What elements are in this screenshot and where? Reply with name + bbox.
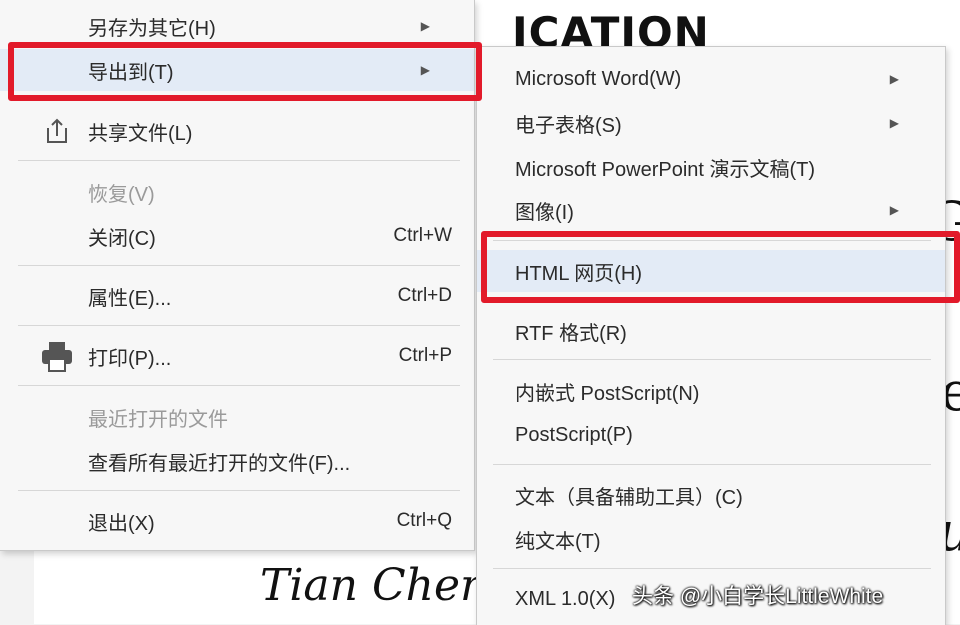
printer-icon — [40, 339, 74, 373]
submenu-item-plain-text[interactable]: 纯文本(T) — [477, 518, 945, 560]
menu-separator — [18, 490, 460, 491]
menu-heading-recent-files: 最近打开的文件 — [88, 408, 228, 431]
shortcut-label: Ctrl+P — [398, 345, 452, 366]
submenu-item-accessible-text[interactable]: 文本（具备辅助工具）(C) — [477, 474, 945, 516]
share-icon — [40, 114, 74, 148]
export-submenu: Microsoft Word(W) ▶ 电子表格(S) ▶ Microsoft … — [476, 46, 946, 625]
shortcut-label: Ctrl+Q — [396, 510, 452, 531]
menu-item-share-file[interactable]: 共享文件(L) — [0, 110, 474, 152]
submenu-item-postscript[interactable]: PostScript(P) — [477, 414, 945, 456]
menu-item-properties[interactable]: 属性(E)... Ctrl+D — [0, 275, 474, 317]
menu-separator — [493, 240, 931, 241]
chevron-right-icon: ▶ — [420, 63, 430, 77]
chevron-right-icon: ▶ — [889, 203, 899, 217]
shortcut-label: Ctrl+D — [397, 285, 452, 306]
chevron-right-icon: ▶ — [889, 116, 899, 130]
submenu-item-embedded-postscript[interactable]: 内嵌式 PostScript(N) — [477, 370, 945, 412]
menu-separator — [18, 160, 460, 161]
menu-item-export-to[interactable]: 导出到(T) ▶ — [0, 49, 474, 91]
menu-separator — [493, 568, 931, 569]
submenu-item-image[interactable]: 图像(I) ▶ — [477, 189, 945, 231]
menu-item-exit[interactable]: 退出(X) Ctrl+Q — [0, 500, 474, 542]
menu-separator — [18, 385, 460, 386]
menu-item-save-as-other[interactable]: 另存为其它(H) ▶ — [0, 5, 474, 47]
submenu-item-powerpoint[interactable]: Microsoft PowerPoint 演示文稿(T) — [477, 146, 945, 188]
chevron-right-icon: ▶ — [420, 19, 430, 33]
file-menu: 另存为其它(H) ▶ 导出到(T) ▶ 共享文件(L) 恢复(V) 关闭(C) … — [0, 0, 475, 551]
watermark: 头条 @小白学长LittleWhite — [632, 585, 884, 608]
menu-separator — [493, 464, 931, 465]
menu-item-close[interactable]: 关闭(C) Ctrl+W — [0, 215, 474, 257]
menu-separator — [493, 359, 931, 360]
submenu-item-spreadsheet[interactable]: 电子表格(S) ▶ — [477, 102, 945, 144]
submenu-item-html[interactable]: HTML 网页(H) — [477, 250, 945, 292]
chevron-right-icon: ▶ — [889, 72, 899, 86]
menu-item-print[interactable]: 打印(P)... Ctrl+P — [0, 335, 474, 377]
menu-item-view-recent-files[interactable]: 查看所有最近打开的文件(F)... — [0, 440, 474, 482]
menu-item-recover: 恢复(V) — [88, 183, 155, 206]
shortcut-label: Ctrl+W — [393, 225, 452, 246]
submenu-item-rtf[interactable]: RTF 格式(R) — [477, 310, 945, 352]
menu-separator — [18, 325, 460, 326]
submenu-item-word[interactable]: Microsoft Word(W) ▶ — [477, 58, 945, 100]
menu-separator — [18, 265, 460, 266]
